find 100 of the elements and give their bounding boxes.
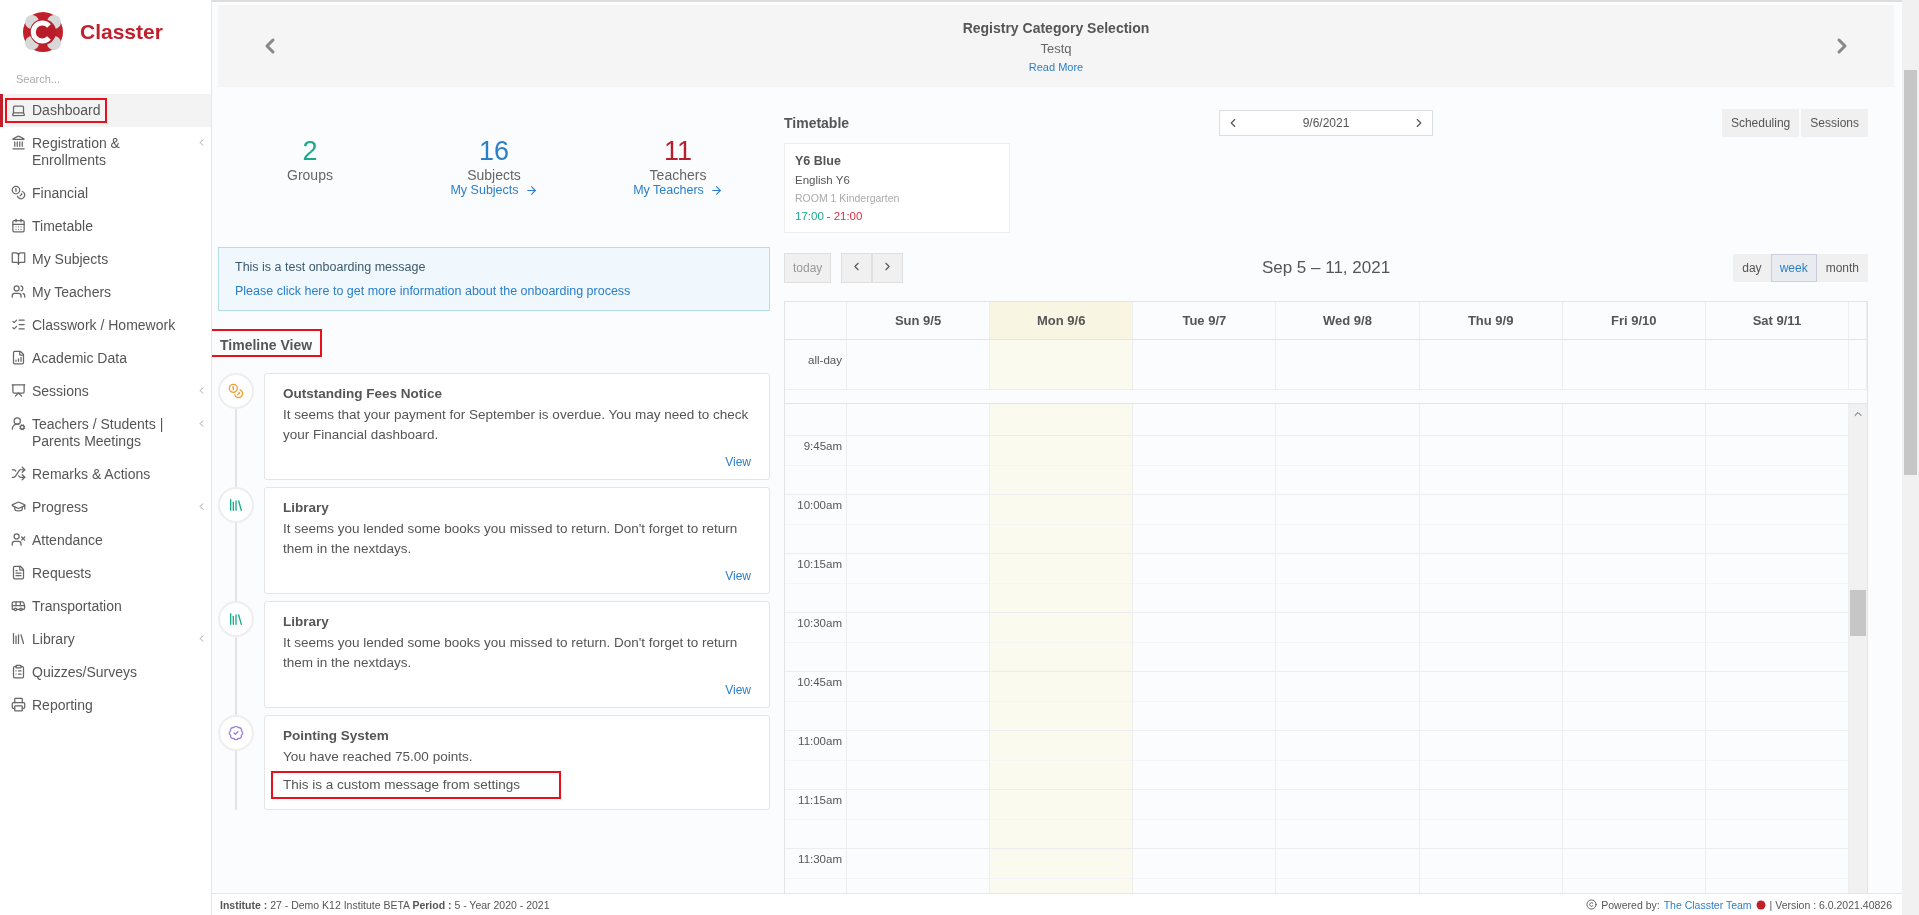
view-tab[interactable]: month — [1816, 254, 1868, 282]
time-label: 9:45am — [802, 439, 843, 452]
books-icon — [228, 611, 244, 627]
institute-info: Institute : 27 - Demo K12 Institute BETA Period : 5 - Year 2020 - 2021 — [220, 898, 550, 911]
time-label: 10:00am — [796, 498, 843, 511]
sidebar-item[interactable]: Sessions — [0, 375, 211, 408]
logo-icon — [1755, 899, 1766, 910]
sidebar-item[interactable]: Reporting — [0, 689, 211, 722]
onboarding-message: This is a test onboarding message — [235, 260, 427, 274]
view-link[interactable]: View — [725, 455, 751, 469]
team-link[interactable]: The Classter Team — [1663, 898, 1752, 911]
event-room: ROOM 1 Kindergarten — [795, 192, 901, 204]
sidebar-item[interactable]: My Subjects — [0, 243, 211, 276]
day-header: Sat 9/11 — [1705, 302, 1849, 340]
end-time: 21:00 — [833, 210, 863, 222]
time-label: 11:15am — [797, 793, 843, 806]
event-subject: English Y6 — [795, 174, 851, 186]
sidebar-item[interactable]: Quizzes/Surveys — [0, 656, 211, 689]
day-header: Tue 9/7 — [1133, 302, 1277, 340]
brand-name: Classter — [80, 20, 163, 44]
stat-number: 16 — [478, 135, 509, 167]
sidebar-item[interactable]: Dashboard — [0, 94, 211, 127]
stat-link[interactable]: My Subjects — [450, 183, 538, 197]
card-title: Pointing System — [283, 728, 390, 743]
card-text: It seems you lended some books you missed to return. Don't forget to return them in the nextdays. — [283, 634, 739, 672]
time-label: 10:45am — [796, 675, 843, 688]
view-link[interactable]: View — [725, 569, 751, 583]
printer-icon — [11, 697, 26, 712]
sidebar-item[interactable]: Classwork / Homework — [0, 309, 211, 342]
stat-number: 2 — [302, 135, 318, 167]
clipboard-icon — [11, 664, 26, 679]
sidebar-item[interactable]: Financial — [0, 177, 211, 210]
sidebar-item[interactable]: Attendance — [0, 524, 211, 557]
time-label: 10:15am — [796, 557, 843, 570]
arrow-right-icon — [709, 183, 723, 197]
day-header: Mon 9/6 — [990, 302, 1134, 340]
date-picker[interactable]: 9/6/2021 — [1219, 110, 1433, 136]
sidebar-item[interactable]: Progress — [0, 491, 211, 524]
user-x-icon — [11, 532, 26, 547]
day-header: Fri 9/10 — [1562, 302, 1706, 340]
next-week-button[interactable] — [872, 253, 904, 283]
start-time: 17:00 — [795, 210, 824, 222]
card-title: Library — [283, 614, 330, 629]
coins-icon — [11, 185, 26, 200]
date-value: 9/6/2021 — [1302, 116, 1350, 130]
stat-label: Groups — [287, 167, 333, 183]
onboarding-link[interactable]: Please click here to get more information about the onboarding process — [235, 284, 753, 298]
event-group: Y6 Blue — [795, 154, 999, 168]
view-link[interactable]: View — [725, 683, 751, 697]
stat-link[interactable]: My Teachers — [633, 183, 723, 197]
header-button[interactable]: Scheduling — [1721, 109, 1800, 137]
view-tab[interactable]: day — [1733, 254, 1771, 282]
banner-title: Registry Category Selection — [962, 19, 1150, 36]
search-field[interactable]: Search... — [14, 72, 184, 86]
scrollbar-thumb[interactable] — [1850, 590, 1866, 636]
sidebar-item[interactable]: Library — [0, 623, 211, 656]
presentation-icon — [11, 383, 26, 398]
scrollbar-thumb[interactable] — [1904, 70, 1917, 475]
header-button[interactable]: Sessions — [1801, 109, 1868, 137]
sidebar-item[interactable]: Remarks & Actions — [0, 458, 211, 491]
coins-icon — [228, 383, 244, 399]
time-separator: - — [826, 210, 831, 222]
checklist-icon — [11, 317, 26, 332]
time-label: 11:30am — [797, 852, 843, 865]
laptop-icon — [11, 103, 26, 118]
bank-icon — [11, 135, 26, 150]
scrollbar-track[interactable] — [1849, 404, 1867, 893]
read-more-link[interactable]: Read More — [1028, 60, 1084, 73]
arrow-right-icon — [524, 183, 538, 197]
stat-label: Teachers — [649, 167, 707, 183]
user-cog-icon — [11, 416, 26, 431]
event-card[interactable]: Y6 Blue English Y6 ROOM 1 Kindergarten 17:00 - 21:00 — [784, 143, 1010, 233]
card-title: Outstanding Fees Notice — [283, 386, 444, 401]
section-title: Timetable — [784, 115, 851, 131]
card-title: Library — [283, 500, 330, 515]
sidebar-item[interactable]: Registration & Enrollments — [0, 127, 211, 177]
view-tab[interactable]: week — [1770, 254, 1817, 282]
graduation-cap-icon — [11, 499, 26, 514]
section-title: Timeline View — [220, 337, 313, 353]
card-text: It seems that your payment for September is overdue. You may need to check your Financial dashboard. — [283, 406, 750, 444]
sidebar-item[interactable]: Requests — [0, 557, 211, 590]
calendar-icon — [11, 218, 26, 233]
books-icon — [228, 497, 244, 513]
day-header: Wed 9/8 — [1276, 302, 1420, 340]
bus-icon — [11, 598, 26, 613]
day-header: Thu 9/9 — [1419, 302, 1563, 340]
sidebar-item[interactable]: Academic Data — [0, 342, 211, 375]
time-label: 10:30am — [796, 616, 843, 629]
sidebar-item[interactable]: Transportation — [0, 590, 211, 623]
sidebar-item[interactable]: Teachers / Students | Parents Meetings — [0, 408, 211, 458]
date-range: Sep 5 – 11, 2021 — [1261, 258, 1391, 278]
badge-check-icon — [228, 725, 244, 741]
sidebar-item[interactable]: Timetable — [0, 210, 211, 243]
previous-week-button[interactable] — [841, 253, 873, 283]
book-icon — [11, 251, 26, 266]
time-label: 11:00am — [797, 734, 843, 747]
stat-number: 11 — [664, 135, 692, 167]
users-icon — [11, 284, 26, 299]
document-icon — [11, 565, 26, 580]
sidebar-item[interactable]: My Teachers — [0, 276, 211, 309]
